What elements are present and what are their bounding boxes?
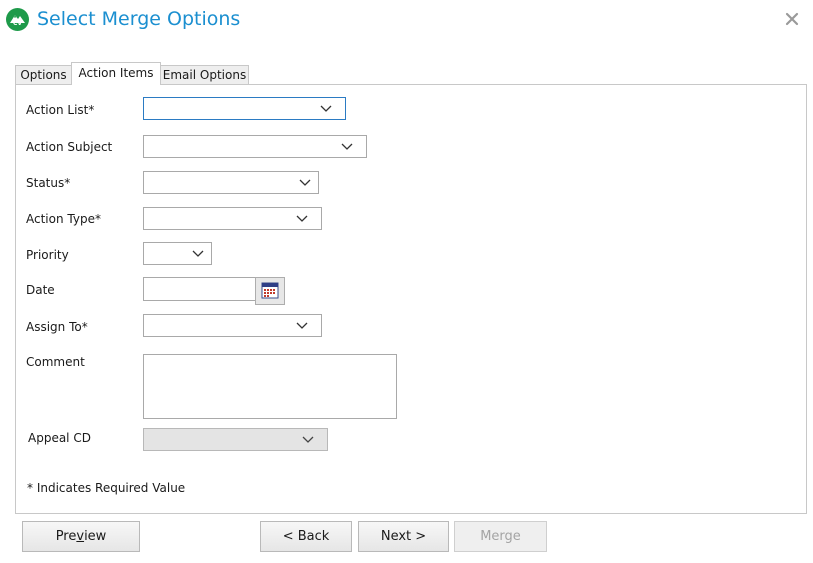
comment-field[interactable]	[143, 354, 397, 419]
action-subject-dropdown[interactable]	[143, 135, 367, 158]
preview-label-post: iew	[84, 529, 107, 544]
app-logo-text: CV	[12, 20, 23, 27]
close-icon[interactable]	[782, 9, 802, 29]
date-field[interactable]	[143, 277, 256, 301]
chevron-down-icon	[299, 179, 311, 186]
calendar-button[interactable]	[255, 277, 285, 305]
priority-label: Priority	[26, 248, 69, 262]
assign-to-label: Assign To*	[26, 320, 88, 334]
back-button[interactable]: < Back	[260, 521, 352, 552]
tab-action-items[interactable]: Action Items	[71, 62, 161, 85]
calendar-icon	[261, 282, 279, 299]
chevron-down-icon	[320, 105, 332, 112]
tab-options[interactable]: Options	[15, 65, 72, 84]
app-logo-icon: CV	[6, 8, 29, 31]
required-value-note: * Indicates Required Value	[27, 481, 186, 495]
comment-label: Comment	[26, 355, 85, 369]
action-items-panel	[15, 84, 807, 514]
chevron-down-icon	[296, 322, 308, 329]
preview-label-mnemonic: v	[76, 529, 85, 544]
action-list-label: Action List*	[26, 103, 95, 117]
action-type-label: Action Type*	[26, 212, 101, 226]
chevron-down-icon	[302, 436, 314, 443]
dialog-title: Select Merge Options	[37, 8, 241, 30]
priority-dropdown[interactable]	[143, 242, 212, 265]
chevron-down-icon	[341, 143, 353, 150]
merge-button[interactable]: Merge	[454, 521, 547, 552]
appeal-cd-dropdown[interactable]	[143, 428, 328, 451]
action-type-dropdown[interactable]	[143, 207, 322, 230]
action-subject-label: Action Subject	[26, 140, 113, 154]
chevron-down-icon	[192, 250, 204, 257]
tab-email-options[interactable]: Email Options	[160, 65, 249, 84]
preview-button[interactable]: Preview	[22, 521, 140, 552]
next-button[interactable]: Next >	[358, 521, 449, 552]
preview-label-pre: Pre	[55, 529, 77, 544]
status-dropdown[interactable]	[143, 171, 319, 194]
appeal-cd-label: Appeal CD	[28, 431, 91, 445]
assign-to-dropdown[interactable]	[143, 314, 322, 337]
title-bar: CV Select Merge Options	[0, 0, 813, 40]
status-label: Status*	[26, 176, 71, 190]
chevron-down-icon	[296, 215, 308, 222]
date-label: Date	[26, 283, 55, 297]
action-list-dropdown[interactable]	[143, 97, 346, 120]
